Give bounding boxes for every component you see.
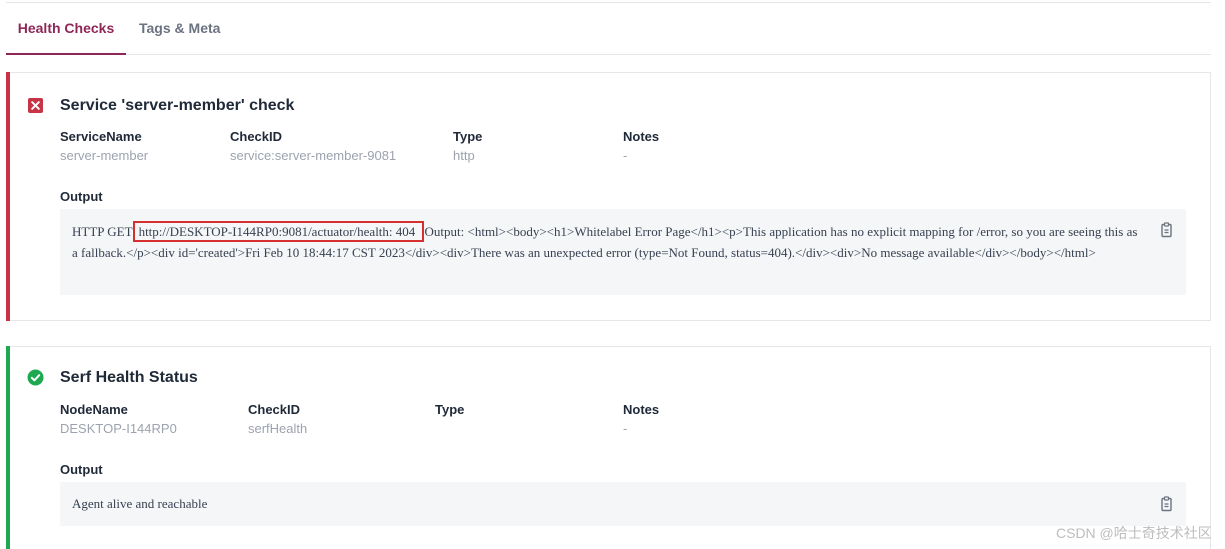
- output-label: Output: [60, 189, 103, 204]
- check-title: Serf Health Status: [60, 369, 198, 386]
- field-label: CheckID: [248, 402, 301, 417]
- field-label: Type: [453, 129, 483, 144]
- field-value: server-member: [60, 148, 149, 163]
- field-notes: Notes -: [623, 401, 659, 438]
- tab-health-checks[interactable]: Health Checks: [6, 3, 126, 55]
- field-label: Type: [435, 402, 465, 417]
- output-text: HTTP GET http://DESKTOP-I144RP0:9081/act…: [72, 221, 1138, 263]
- watermark: CSDN @哈士奇技术社区: [1056, 525, 1212, 541]
- field-value: serfHealth: [248, 421, 308, 436]
- field-label: Notes: [623, 402, 660, 417]
- copy-icon[interactable]: [1160, 496, 1174, 512]
- check-title: Service 'server-member' check: [60, 97, 295, 114]
- field-value: -: [623, 148, 628, 163]
- health-check-card-critical: Service 'server-member' check ServiceNam…: [6, 72, 1211, 321]
- field-value: service:server-member-9081: [230, 148, 397, 163]
- field-type: Type http: [453, 128, 482, 165]
- health-check-card-passing: Serf Health Status NodeName DESKTOP-I144…: [6, 346, 1211, 549]
- tab-bar: Health Checks Tags & Meta: [6, 3, 1211, 55]
- field-type: Type: [435, 401, 464, 438]
- field-notes: Notes -: [623, 128, 659, 165]
- output-text: Agent alive and reachable: [72, 496, 208, 511]
- field-label: Notes: [623, 129, 660, 144]
- copy-icon[interactable]: [1160, 222, 1174, 238]
- output-box: Agent alive and reachable: [60, 482, 1186, 526]
- field-value: -: [623, 421, 628, 436]
- field-check-id: CheckID service:server-member-9081: [230, 128, 396, 165]
- field-label: ServiceName: [60, 129, 142, 144]
- output-label: Output: [60, 462, 103, 477]
- highlighted-health-url: http://DESKTOP-I144RP0:9081/actuator/hea…: [132, 221, 425, 242]
- field-service-name: ServiceName server-member: [60, 128, 148, 165]
- field-check-id: CheckID serfHealth: [248, 401, 307, 438]
- check-circle-icon: [27, 369, 44, 386]
- output-box: HTTP GET http://DESKTOP-I144RP0:9081/act…: [60, 209, 1186, 295]
- field-label: NodeName: [60, 402, 128, 417]
- field-node-name: NodeName DESKTOP-I144RP0: [60, 401, 177, 438]
- x-square-icon: [28, 98, 43, 113]
- field-value: http: [453, 148, 475, 163]
- output-prefix: HTTP GET: [72, 224, 133, 239]
- field-value: DESKTOP-I144RP0: [60, 421, 177, 436]
- field-label: CheckID: [230, 129, 283, 144]
- tab-tags-meta[interactable]: Tags & Meta: [139, 3, 220, 55]
- field-value: [435, 420, 464, 438]
